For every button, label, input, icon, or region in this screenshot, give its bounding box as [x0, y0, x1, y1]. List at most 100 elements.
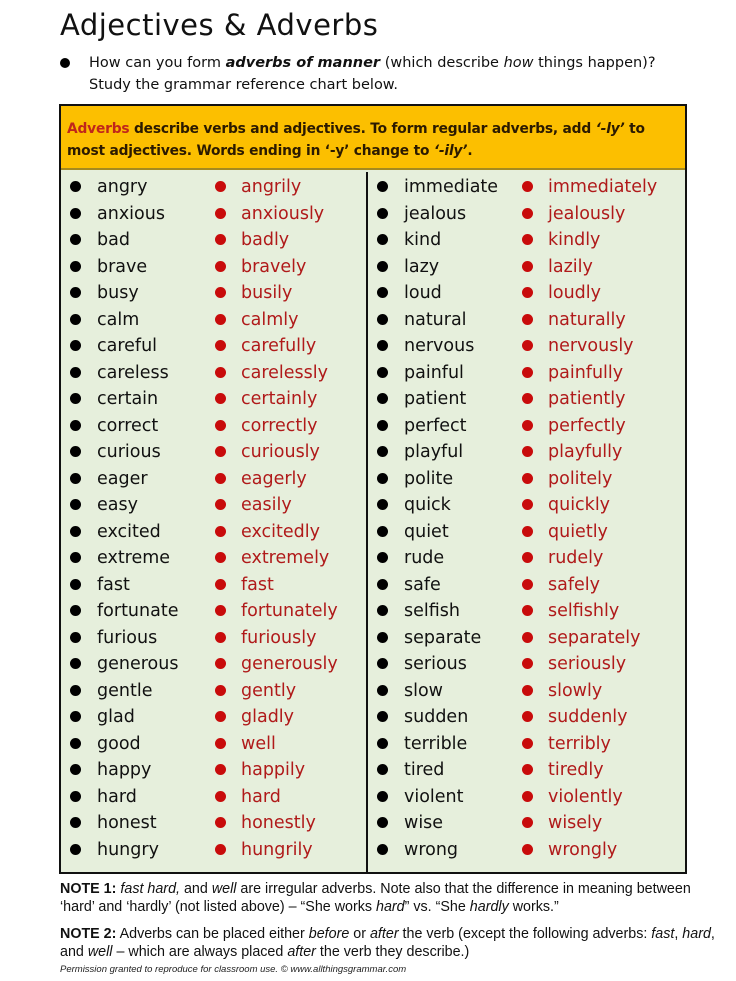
- adjective: excited: [97, 521, 161, 542]
- adverb: safely: [548, 574, 600, 595]
- adjective-bullet-icon: [70, 525, 81, 537]
- adjective: slow: [404, 680, 443, 701]
- adjective-bullet-icon: [377, 605, 388, 616]
- adverb: happily: [241, 760, 306, 780]
- adjective: terrible: [404, 733, 468, 754]
- adverb: terribly: [548, 733, 611, 754]
- adverb: jealously: [548, 203, 626, 224]
- adjective: loud: [404, 283, 442, 303]
- adverb: extremely: [241, 548, 330, 568]
- adjective-bullet-icon: [70, 684, 81, 696]
- adjective-bullet-icon: [70, 419, 81, 431]
- note-italic: well: [211, 881, 237, 897]
- adjective: happy: [97, 760, 152, 780]
- adverb: anxiously: [241, 203, 325, 224]
- adjective-bullet-icon: [70, 234, 81, 245]
- adverb-bullet-icon: [522, 764, 533, 775]
- adjective: careless: [97, 362, 169, 383]
- adjective: bad: [97, 230, 130, 250]
- adjective-bullet-icon: [377, 578, 388, 590]
- adverb: busily: [241, 283, 293, 303]
- adverb: seriously: [548, 654, 627, 674]
- adverb-bullet-icon: [522, 207, 533, 219]
- notes-section: NOTE 1: fast hard, and well are irregula…: [60, 880, 720, 970]
- note-text: ” vs. “She: [404, 899, 470, 915]
- adverb: perfectly: [548, 415, 626, 436]
- adjective: calm: [97, 309, 140, 330]
- adjective: serious: [404, 654, 467, 674]
- adjective-bullet-icon: [377, 313, 388, 325]
- adjective-bullet-icon: [70, 711, 81, 722]
- adjective-bullet-icon: [70, 340, 81, 351]
- adverb: eagerly: [241, 468, 307, 489]
- intro-italic: how: [503, 55, 534, 71]
- note-italic: well: [87, 944, 113, 960]
- adverb: bravely: [241, 256, 307, 277]
- adverb: correctly: [241, 415, 318, 436]
- adjective-bullet-icon: [377, 393, 388, 404]
- adverb-bullet-icon: [215, 366, 226, 378]
- adjective: easy: [97, 495, 138, 515]
- adverb-bullet-icon: [215, 419, 226, 431]
- adverb: rudely: [548, 548, 604, 568]
- adverb: politely: [548, 468, 613, 489]
- adverb-bullet-icon: [522, 817, 533, 828]
- adjective: nervous: [404, 336, 475, 356]
- adverb-bullet-icon: [215, 764, 226, 775]
- adverb-bullet-icon: [522, 260, 533, 272]
- adverb-bullet-icon: [215, 658, 226, 669]
- page-title: Adjectives & Adverbs: [60, 8, 379, 42]
- adverb: kindly: [548, 230, 601, 250]
- adverb-bullet-icon: [215, 711, 226, 722]
- adverb-bullet-icon: [215, 684, 226, 696]
- adjective-bullet-icon: [70, 181, 81, 192]
- adverb-bullet-icon: [522, 499, 533, 510]
- header-suffix-ly: ‘-ly’: [595, 121, 625, 137]
- adverb-bullet-icon: [215, 737, 226, 749]
- adverb: certainly: [241, 389, 318, 409]
- adjective-bullet-icon: [70, 260, 81, 272]
- intro-question: How can you form adverbs of manner (whic…: [60, 52, 710, 96]
- adjective: sudden: [404, 707, 469, 727]
- adjective-bullet-icon: [377, 764, 388, 775]
- adverb: easily: [241, 495, 292, 515]
- adverb: carefully: [241, 336, 317, 356]
- adjective: patient: [404, 389, 467, 409]
- adjective-bullet-icon: [377, 817, 388, 828]
- adverb-bullet-icon: [522, 552, 533, 563]
- adverb: quietly: [548, 521, 608, 542]
- adjective: rude: [404, 548, 445, 568]
- adjective-bullet-icon: [377, 234, 388, 245]
- adjective: hungry: [97, 839, 159, 860]
- adjective-bullet-icon: [70, 393, 81, 404]
- adverb: patiently: [548, 389, 626, 409]
- header-highlight: Adverbs: [67, 121, 130, 137]
- adverb: violently: [548, 786, 623, 807]
- chart-header: Adverbs describe verbs and adjectives. T…: [61, 106, 685, 170]
- adverb: fast: [241, 574, 274, 595]
- adverb-bullet-icon: [522, 684, 533, 696]
- adverb-bullet-icon: [215, 472, 226, 484]
- adjective-bullet-icon: [70, 790, 81, 802]
- adjective: gentle: [97, 680, 153, 701]
- adverb: loudly: [548, 283, 601, 303]
- adverb: immediately: [548, 177, 658, 197]
- adverb-bullet-icon: [215, 234, 226, 245]
- adverb: quickly: [548, 495, 611, 515]
- adverb-bullet-icon: [522, 287, 533, 298]
- adverb-bullet-icon: [215, 605, 226, 616]
- adjective: quick: [404, 495, 451, 515]
- adverb: furiously: [241, 627, 317, 648]
- adjective-bullet-icon: [377, 207, 388, 219]
- note-italic: after: [369, 926, 399, 942]
- note-text: and: [180, 881, 212, 897]
- adjective-bullet-icon: [70, 843, 81, 855]
- adverb: well: [241, 733, 276, 754]
- adjective: safe: [404, 574, 441, 595]
- adverb-bullet-icon: [215, 340, 226, 351]
- intro-text-part: How can you form: [89, 55, 226, 71]
- adjective: immediate: [404, 177, 499, 197]
- intro-text-part: (which describe: [380, 55, 504, 71]
- adjective: hard: [97, 786, 137, 807]
- note-1-label: NOTE 1:: [60, 881, 117, 897]
